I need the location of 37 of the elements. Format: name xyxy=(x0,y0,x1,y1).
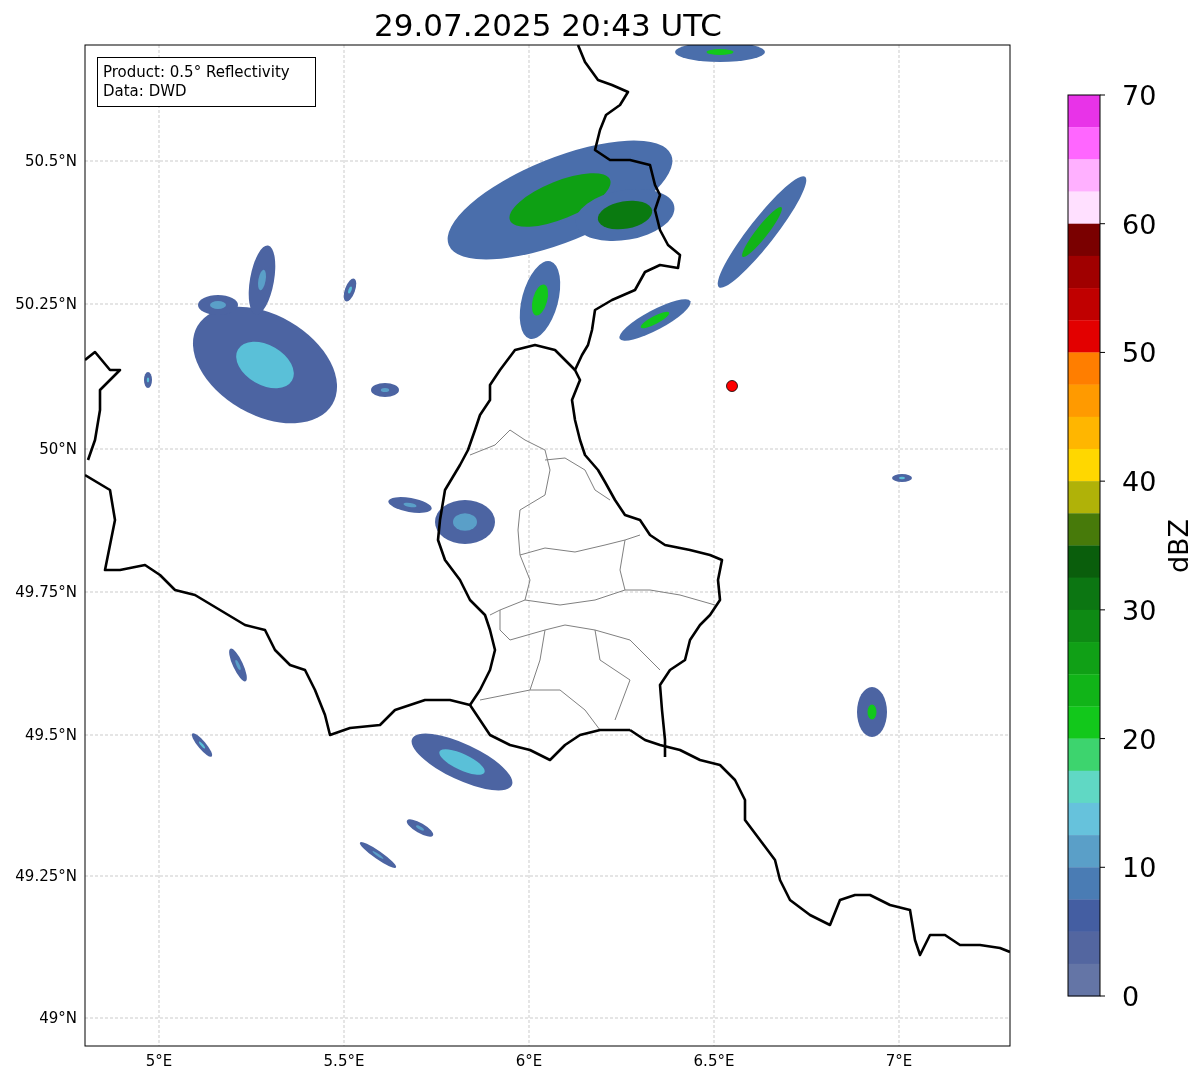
axis-tick-label: 49°N xyxy=(39,1009,77,1027)
axis-tick-label: 50.25°N xyxy=(15,295,77,313)
axis-tick-label: 6°E xyxy=(515,1052,543,1070)
axis-tick-label: 5.5°E xyxy=(323,1052,365,1070)
colorbar-tick-label: 70 xyxy=(1122,80,1157,111)
radar-echo xyxy=(619,299,691,341)
axis-tick-label: 49.5°N xyxy=(24,726,77,744)
colorbar-tick-label: 30 xyxy=(1122,594,1157,626)
radar-echo xyxy=(388,497,432,513)
axis-tick-label: 7°E xyxy=(885,1052,913,1070)
radar-echo xyxy=(144,372,152,388)
radar-echo xyxy=(359,841,397,869)
axis-tick-label: 49.25°N xyxy=(15,867,77,885)
colorbar-tick-label: 20 xyxy=(1122,723,1157,755)
colorbar-label: dBZ xyxy=(1163,518,1194,574)
colorbar-tick-label: 40 xyxy=(1122,466,1157,498)
radar-echo xyxy=(371,383,399,397)
legend-text: Product: 0.5° Reflectivity xyxy=(103,63,290,81)
colorbar-tick-label: 60 xyxy=(1122,208,1157,240)
radar-echo xyxy=(892,474,912,482)
axis-tick-label: 50.5°N xyxy=(24,152,77,170)
radar-echo xyxy=(229,648,247,682)
radar-echo xyxy=(406,819,434,837)
colorbar-tick-label: 50 xyxy=(1122,337,1157,369)
radar-echo xyxy=(857,687,887,737)
axis-tick-label: 6.5°E xyxy=(693,1052,735,1070)
axis-tick-label: 49.75°N xyxy=(15,583,77,601)
axis-tick-label: 50°N xyxy=(39,440,77,458)
axis-tick-label: 5°E xyxy=(145,1052,173,1070)
legend-text: Data: DWD xyxy=(103,82,187,100)
radar-echo xyxy=(343,278,357,302)
chart-title: 29.07.2025 20:43 UTC xyxy=(374,7,722,43)
colorbar-tick-label: 10 xyxy=(1122,852,1157,884)
location-marker xyxy=(726,380,738,392)
radar-echo xyxy=(435,500,495,544)
radar-echo xyxy=(191,733,213,757)
colorbar-tick-label: 0 xyxy=(1122,981,1140,1012)
